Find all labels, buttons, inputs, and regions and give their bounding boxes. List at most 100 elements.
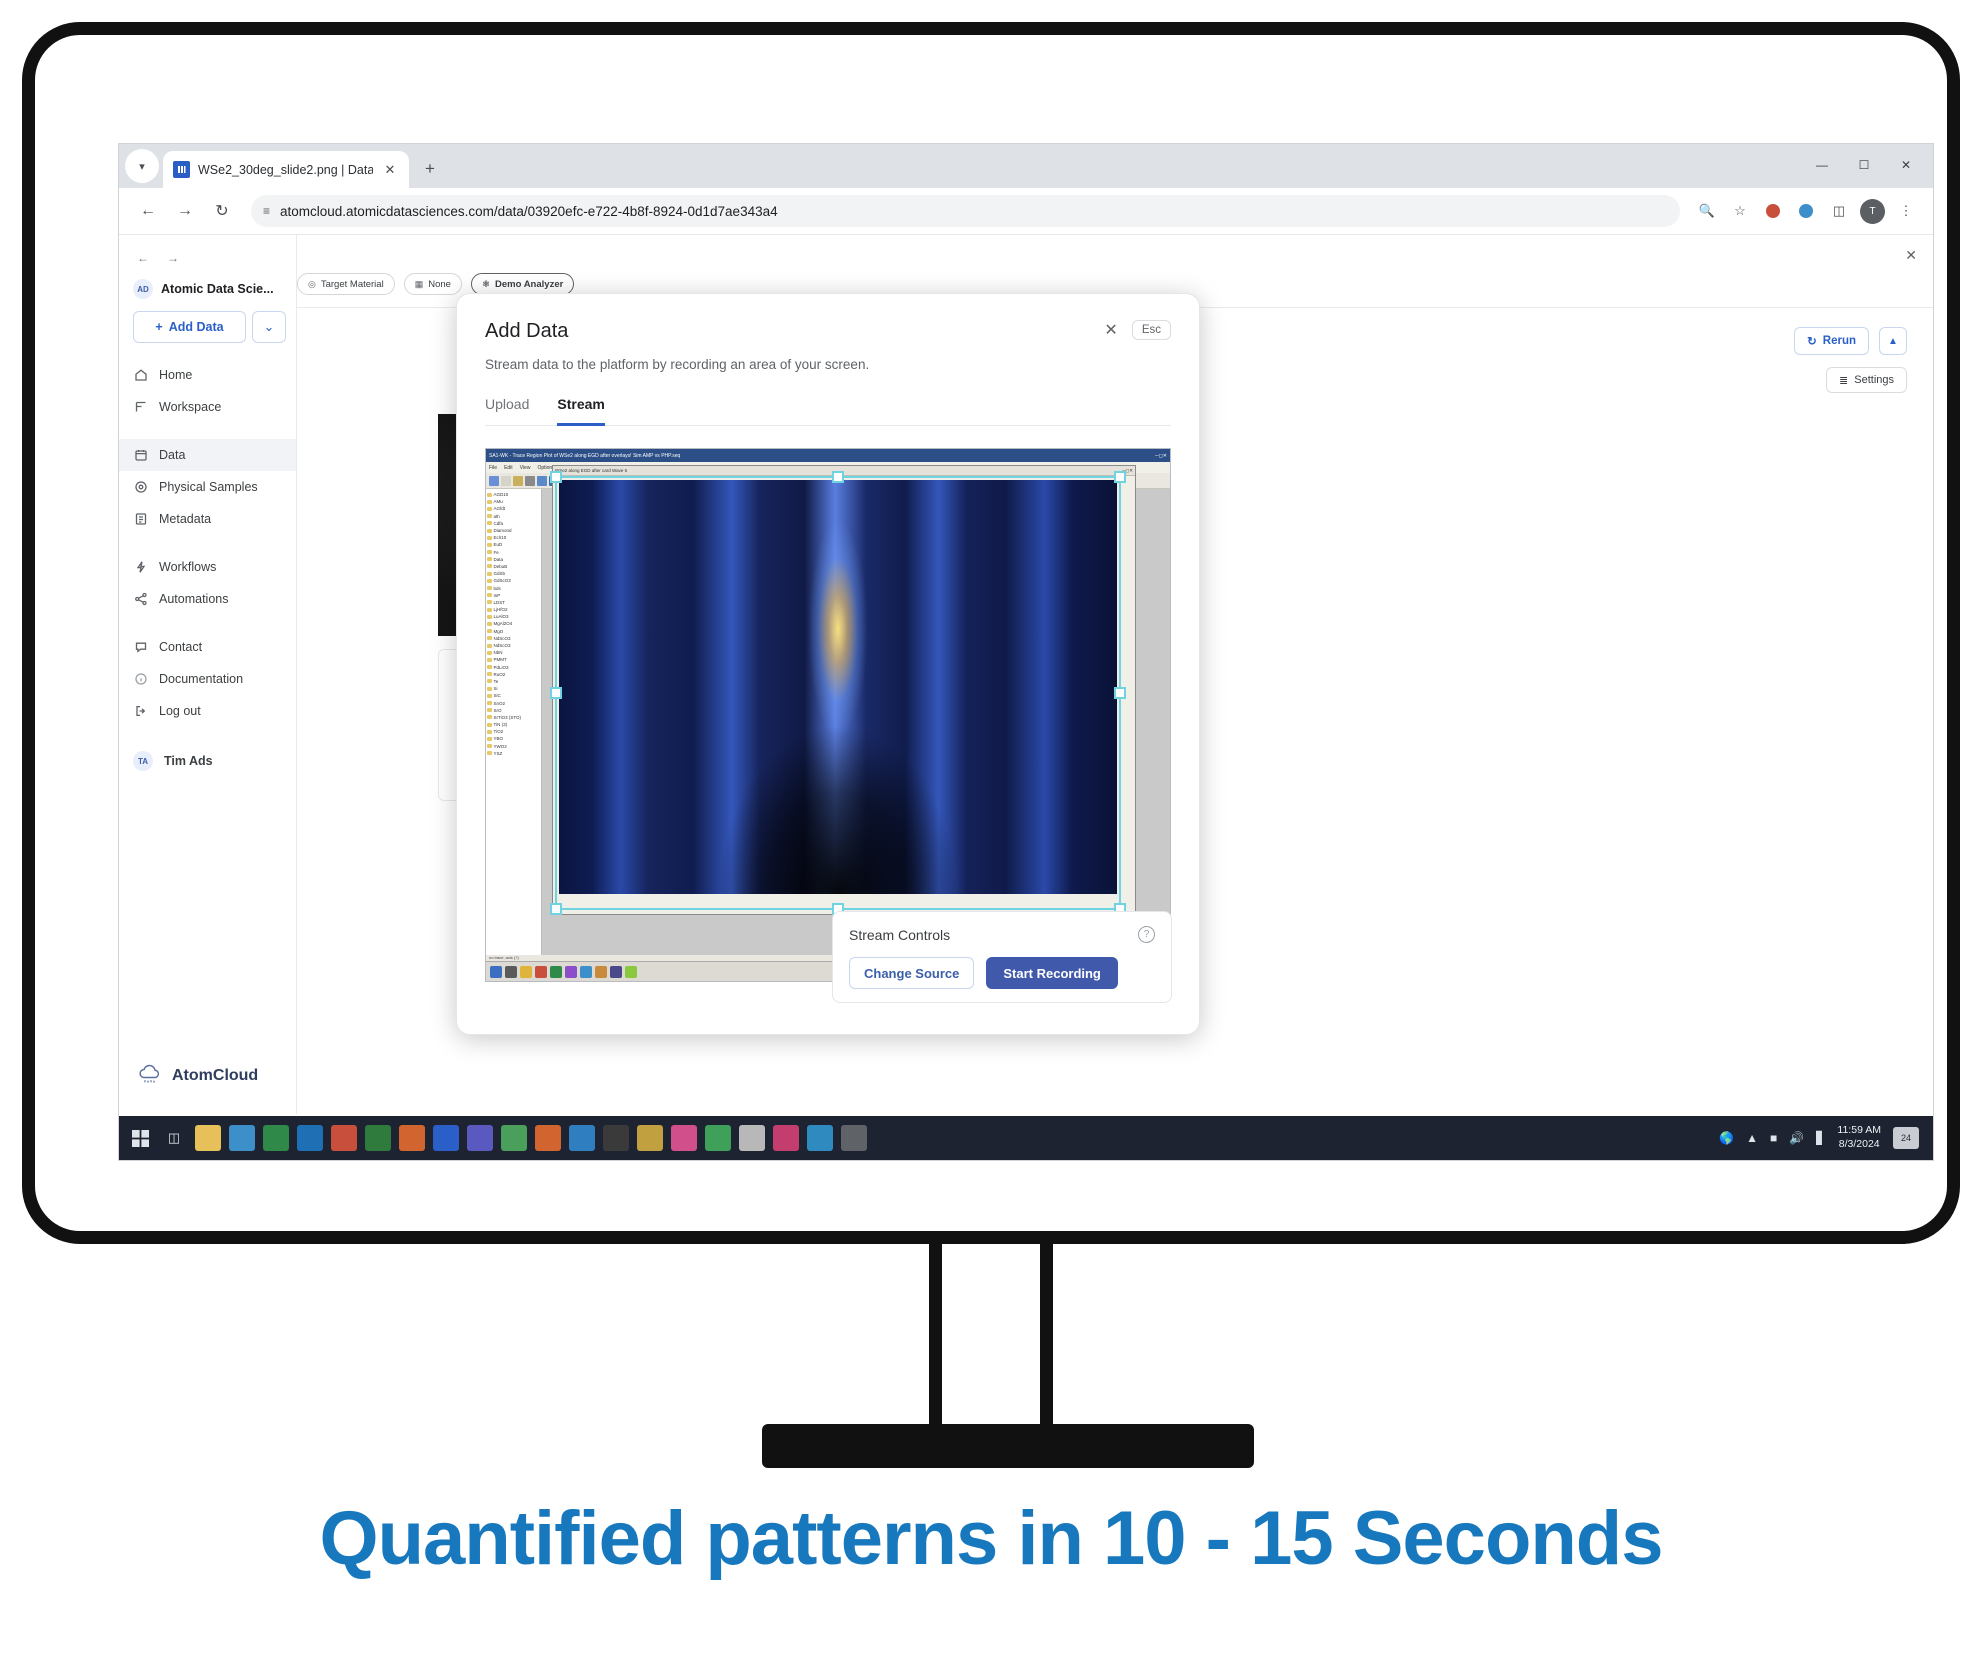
chrome-icon[interactable]	[229, 1125, 255, 1151]
chevron-down-icon[interactable]: ▾	[125, 149, 159, 183]
notification-center-icon[interactable]: 24	[1893, 1127, 1919, 1149]
volume-icon[interactable]: 🔊	[1789, 1131, 1804, 1145]
sidebar-item-home[interactable]: Home	[119, 359, 296, 391]
folder-icon	[487, 600, 492, 605]
file-explorer-icon[interactable]	[195, 1125, 221, 1151]
close-icon[interactable]: ✕	[381, 161, 399, 179]
battery-icon[interactable]: ■	[1770, 1131, 1777, 1145]
chip-demo-analyzer[interactable]: ⚛ Demo Analyzer	[470, 273, 575, 295]
taskbar-clock[interactable]: 11:59 AM 8/3/2024	[1837, 1124, 1881, 1152]
close-icon[interactable]: ✕	[1905, 247, 1917, 264]
sidebar-item-contact[interactable]: Contact	[119, 631, 296, 663]
sidebar-item-user[interactable]: TA Tim Ads	[119, 745, 296, 777]
outlook-icon[interactable]	[433, 1125, 459, 1151]
arrow-right-icon[interactable]: →	[167, 251, 179, 265]
captured-tree-item: PMMT	[487, 656, 540, 663]
slack-icon[interactable]	[501, 1125, 527, 1151]
chevron-up-icon[interactable]: ▲	[1879, 327, 1907, 355]
bookmark-star-icon[interactable]: ☆	[1725, 196, 1755, 226]
sidebar-item-label: Automations	[159, 592, 229, 606]
extension-blocker-icon[interactable]	[1758, 196, 1788, 226]
captured-tree-label: InP	[493, 592, 501, 598]
captured-tree-item: SrO	[487, 707, 540, 714]
maximize-button[interactable]: ☐	[1843, 150, 1885, 180]
network-globe-icon[interactable]: 🌎	[1719, 1131, 1734, 1145]
help-circle-icon[interactable]: ?	[1138, 926, 1155, 943]
settings-icon[interactable]	[841, 1125, 867, 1151]
org-switcher[interactable]: AD Atomic Data Scie...	[119, 275, 296, 311]
workspace-icon	[133, 400, 148, 415]
photos-icon[interactable]	[671, 1125, 697, 1151]
capture-selection-overlay[interactable]	[550, 471, 1126, 915]
toolbar-icon	[513, 475, 523, 486]
windows-start-icon[interactable]	[127, 1125, 153, 1151]
resize-handle-n[interactable]	[832, 471, 844, 483]
chip-none[interactable]: ▦ None	[403, 273, 462, 295]
folder-icon	[487, 722, 492, 727]
close-button[interactable]: ✕	[1885, 150, 1927, 180]
forward-arrow-icon[interactable]: →	[168, 194, 202, 228]
task-view-icon[interactable]: ◫	[161, 1125, 187, 1151]
sidebar-group-1: Home Workspace	[119, 359, 296, 423]
excel-icon[interactable]	[365, 1125, 391, 1151]
resize-handle-sw[interactable]	[550, 903, 562, 915]
settings-button[interactable]: ≣ Settings	[1826, 367, 1907, 393]
resize-handle-nw[interactable]	[550, 471, 562, 483]
back-arrow-icon[interactable]: ←	[131, 194, 165, 228]
stream-preview[interactable]: SA1-WK - Trace Region Plot of WSe2 along…	[485, 448, 1171, 982]
sync-icon[interactable]	[1791, 196, 1821, 226]
esc-key-badge[interactable]: Esc	[1131, 320, 1171, 340]
add-data-button[interactable]: + Add Data	[133, 311, 246, 343]
sidebar-item-workspace[interactable]: Workspace	[119, 391, 296, 423]
omnibox[interactable]: ≡ atomcloud.atomicdatasciences.com/data/…	[251, 195, 1680, 227]
sidebar-item-metadata[interactable]: Metadata	[119, 503, 296, 535]
sidebar-item-workflows[interactable]: Workflows	[119, 551, 296, 583]
sidebar-group-4: Contact Documentation Log out	[119, 631, 296, 727]
igor-icon[interactable]	[263, 1125, 289, 1151]
start-recording-button[interactable]: Start Recording	[986, 957, 1118, 989]
minimize-button[interactable]: —	[1801, 150, 1843, 180]
spotify-icon[interactable]	[705, 1125, 731, 1151]
powerpoint-icon[interactable]	[399, 1125, 425, 1151]
sidebar-item-data[interactable]: Data	[119, 439, 296, 471]
add-data-secondary-button[interactable]: ⌄	[252, 311, 286, 343]
tab-stream[interactable]: Stream	[557, 396, 605, 426]
kebab-menu-icon[interactable]: ⋮	[1891, 196, 1921, 226]
taskbar-date: 8/3/2024	[1838, 1138, 1880, 1150]
calculator-icon[interactable]	[637, 1125, 663, 1151]
plus-icon[interactable]: +	[415, 154, 445, 184]
browser-tab[interactable]: WSe2_30deg_slide2.png | Data ✕	[163, 151, 409, 188]
show-hidden-icons-icon[interactable]: ▲	[1746, 1131, 1758, 1145]
sidebar-item-logout[interactable]: Log out	[119, 695, 296, 727]
sidebar-item-physical-samples[interactable]: Physical Samples	[119, 471, 296, 503]
teams-icon[interactable]	[467, 1125, 493, 1151]
chip-target-material[interactable]: ◎ Target Material	[297, 273, 395, 295]
reload-icon[interactable]: ↻	[205, 194, 239, 228]
extensions-icon[interactable]: ◫	[1824, 196, 1854, 226]
change-source-button[interactable]: Change Source	[849, 957, 975, 989]
close-icon[interactable]: ✕	[1104, 320, 1117, 340]
paint-icon[interactable]	[773, 1125, 799, 1151]
tune-icon[interactable]: ≡	[263, 204, 270, 218]
zoom-icon[interactable]: 🔍	[1692, 196, 1722, 226]
sidebar-item-automations[interactable]: Automations	[119, 583, 296, 615]
store-icon[interactable]	[807, 1125, 833, 1151]
notepad-icon[interactable]	[739, 1125, 765, 1151]
sidebar-item-documentation[interactable]: Documentation	[119, 663, 296, 695]
edge-icon[interactable]	[297, 1125, 323, 1151]
resize-handle-e[interactable]	[1114, 687, 1126, 699]
firefox-icon[interactable]	[535, 1125, 561, 1151]
resize-handle-ne[interactable]	[1114, 471, 1126, 483]
resize-handle-w[interactable]	[550, 687, 562, 699]
browser-window: ▾ WSe2_30deg_slide2.png | Data ✕ + — ☐ ✕…	[118, 143, 1934, 1161]
tab-upload[interactable]: Upload	[485, 396, 529, 426]
signal-icon[interactable]: ▋	[1816, 1131, 1825, 1145]
arrow-left-icon[interactable]: ←	[137, 251, 149, 265]
vscode-icon[interactable]	[569, 1125, 595, 1151]
rerun-button[interactable]: ↻ Rerun	[1794, 327, 1869, 355]
avatar[interactable]: T	[1860, 198, 1885, 224]
chip-label: None	[428, 278, 451, 290]
word-icon[interactable]	[331, 1125, 357, 1151]
sidebar: ← → AD Atomic Data Scie... + Add Data ⌄	[119, 235, 297, 1114]
terminal-icon[interactable]	[603, 1125, 629, 1151]
